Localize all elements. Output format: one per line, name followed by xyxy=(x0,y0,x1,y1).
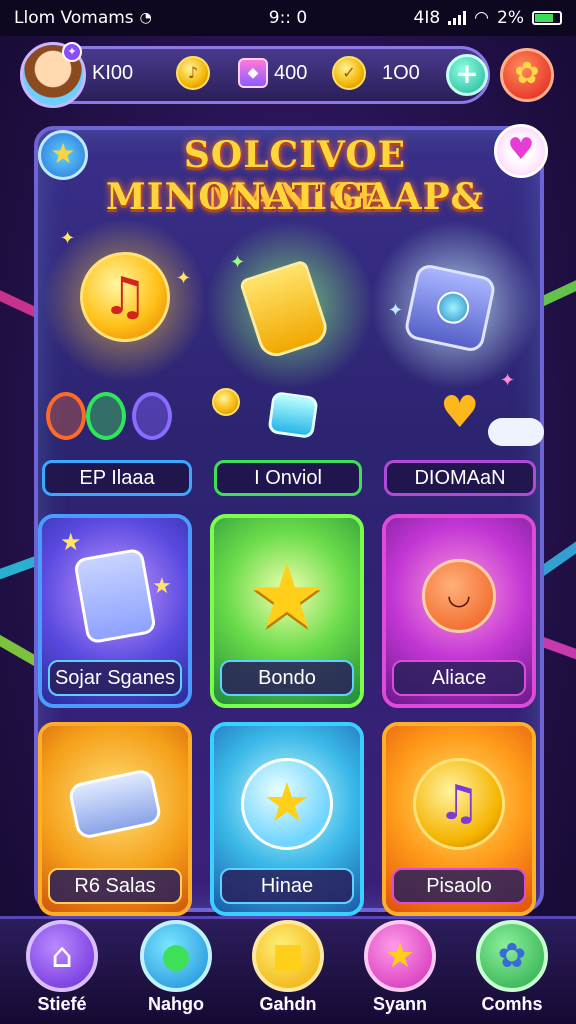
gear-icon: ✿ xyxy=(476,920,548,992)
crystal-card-icon xyxy=(73,547,157,645)
status-bar: Llom Vomams ◔ 9:: 0 4I8 ◠ 2% xyxy=(0,0,576,36)
nav-label: Comhs xyxy=(481,994,543,1014)
cute-creature-icon: ◡ xyxy=(422,559,496,634)
game-card[interactable]: ◡ Aliace xyxy=(382,514,536,708)
music-note-icon: ♫ xyxy=(413,758,505,851)
sparkle-icon: ✦ xyxy=(388,300,404,321)
level-badge-icon: ✦ xyxy=(62,42,82,62)
card-label: Pisaolo xyxy=(392,868,526,904)
nav-item-chat[interactable]: ● Nahgo xyxy=(128,920,224,1020)
gold-heart-icon: ♥ xyxy=(440,387,480,438)
title-line-2: MINONAT GAAP& xyxy=(105,176,485,218)
card-label: Sojar Sganes xyxy=(48,660,182,696)
showcase-label-3[interactable]: DIOMAaN xyxy=(384,460,536,496)
heart-icon[interactable]: ♥ xyxy=(494,124,548,178)
gift-box-icon: ■ xyxy=(252,920,324,992)
favorites-star-icon[interactable]: ★ xyxy=(38,130,88,180)
resource-2-value: 400 xyxy=(274,62,308,84)
battery-percent: 2% xyxy=(497,8,524,28)
location-icon: ◔ xyxy=(139,10,152,26)
nav-label: Syann xyxy=(372,994,428,1014)
green-ring-icon xyxy=(86,392,126,440)
card-label: R6 Salas xyxy=(48,868,182,904)
resource-1-value: KI00 xyxy=(92,62,134,84)
star-icon: ★ xyxy=(247,544,327,648)
clock: 9:: 0 xyxy=(268,8,308,28)
signal-icon xyxy=(448,11,467,25)
game-card[interactable]: ★ Hinae xyxy=(210,722,364,916)
nav-item-home[interactable]: ⌂ Stiefé xyxy=(14,920,110,1020)
home-icon: ⌂ xyxy=(26,920,98,992)
battery-icon xyxy=(532,11,562,25)
carrier-label: Llom Vomams xyxy=(14,8,134,28)
blue-gem-icon xyxy=(267,391,319,439)
gold-coin-icon: ✓ xyxy=(332,56,366,90)
settings-button[interactable]: ✿ xyxy=(500,48,554,102)
nav-label: Gahdn xyxy=(259,994,317,1014)
card-label: Hinae xyxy=(220,868,354,904)
nav-item-star[interactable]: ★ Syann xyxy=(352,920,448,1020)
network-label: 4I8 xyxy=(413,8,441,28)
game-card[interactable]: ★ Bondo xyxy=(210,514,364,708)
star-bubble-icon: ★ xyxy=(241,758,333,851)
game-card[interactable]: ★ ★ Sojar Sganes xyxy=(38,514,192,708)
purple-ring-icon xyxy=(132,392,172,440)
resource-3-value: 1O0 xyxy=(382,62,420,84)
wifi-icon: ◠ xyxy=(474,8,490,28)
nav-item-gift[interactable]: ■ Gahdn xyxy=(240,920,336,1020)
add-currency-button[interactable]: + xyxy=(446,54,488,96)
sparkle-icon: ✦ xyxy=(60,228,76,249)
nav-label: Stiefé xyxy=(37,994,87,1014)
music-orb-icon[interactable]: ♫ xyxy=(80,252,170,342)
game-card[interactable]: ♫ Pisaolo xyxy=(382,722,536,916)
showcase-label-1[interactable]: EP Ilaaa xyxy=(42,460,192,496)
star-icon: ★ xyxy=(152,574,172,599)
sparkle-icon: ✦ xyxy=(230,252,246,273)
card-label: Bondo xyxy=(220,660,354,696)
orange-ring-icon xyxy=(46,392,86,440)
gold-coin-icon xyxy=(212,388,240,416)
music-coin-icon: ♪ xyxy=(176,56,210,90)
sparkle-icon: ✦ xyxy=(176,268,192,289)
card-label: Aliace xyxy=(392,660,526,696)
sparkle-icon: ✦ xyxy=(500,370,516,391)
star-icon: ★ xyxy=(364,920,436,992)
nav-label: Nahgo xyxy=(148,994,204,1014)
robot-gadget-icon[interactable] xyxy=(402,262,498,354)
game-card[interactable]: R6 Salas xyxy=(38,722,192,916)
chat-bubble-icon: ● xyxy=(140,920,212,992)
cloud-decoration xyxy=(488,418,544,446)
showcase-label-2[interactable]: I Onviol xyxy=(214,460,362,496)
star-icon: ★ xyxy=(60,528,82,556)
nav-item-settings[interactable]: ✿ Comhs xyxy=(464,920,560,1020)
gem-icon: ◆ xyxy=(238,58,268,88)
